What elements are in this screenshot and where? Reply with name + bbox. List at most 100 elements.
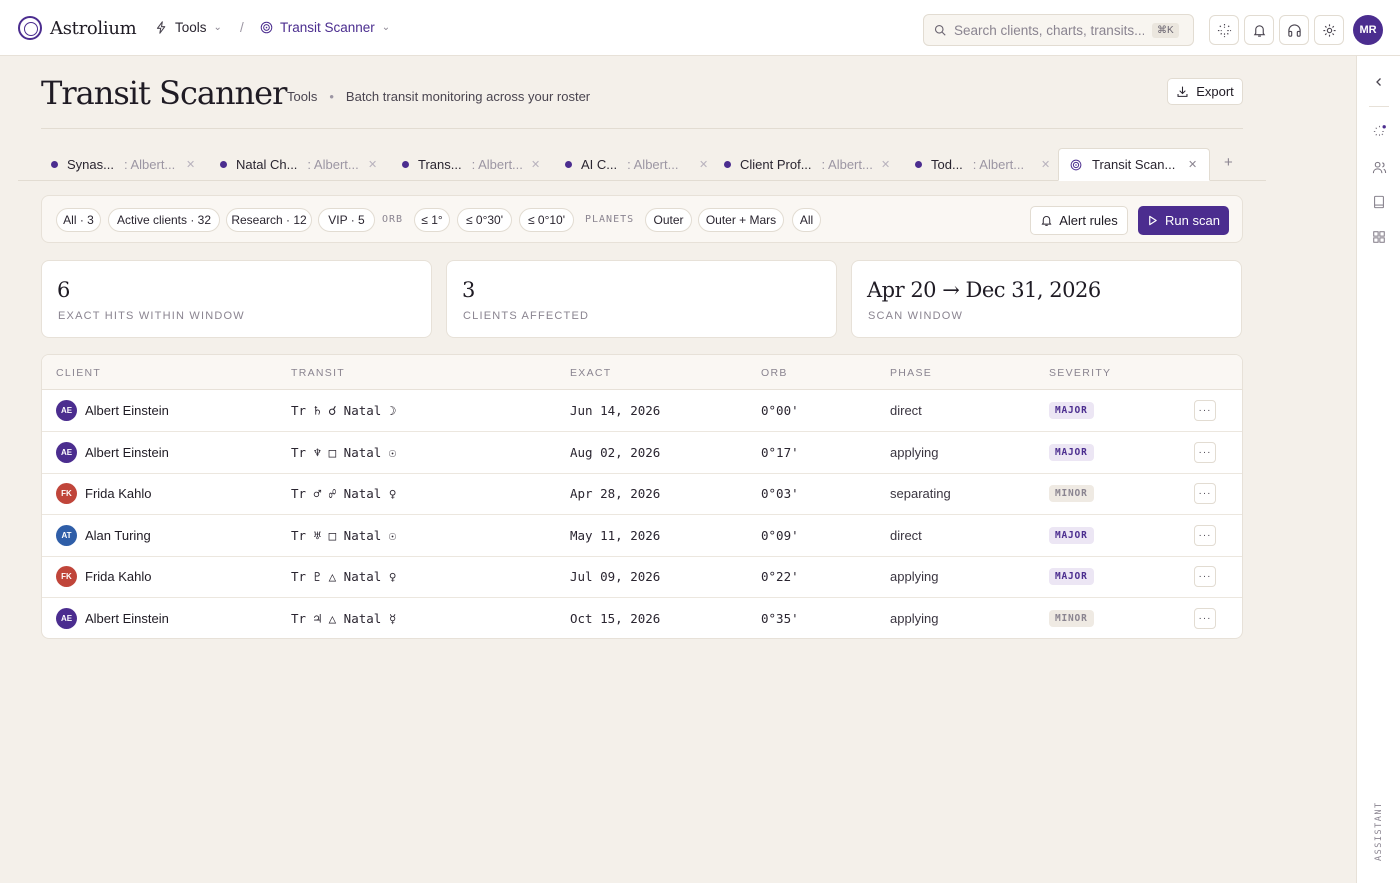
app-logo[interactable]: Astrolium bbox=[18, 16, 137, 40]
support-button[interactable] bbox=[1279, 15, 1309, 45]
column-header-orb[interactable]: ORB bbox=[761, 367, 788, 379]
severity-cell: MINOR bbox=[1049, 473, 1094, 514]
client-cell[interactable]: FK Frida Kahlo bbox=[56, 556, 151, 597]
table-row[interactable]: AT Alan Turing Tr ♅ □ Natal ☉ May 11, 2026 0… bbox=[42, 515, 1242, 557]
exact-date-cell: Oct 15, 2026 bbox=[570, 611, 661, 626]
close-icon[interactable]: ✕ bbox=[1188, 158, 1197, 171]
row-actions-button[interactable]: ··· bbox=[1194, 441, 1216, 463]
tab-today[interactable]: Tod... : Albert... ✕ bbox=[915, 148, 1055, 181]
group-chip-all[interactable]: All · 3 bbox=[56, 208, 101, 232]
alert-rules-button[interactable]: Alert rules bbox=[1030, 206, 1128, 235]
column-header-severity[interactable]: SEVERITY bbox=[1049, 367, 1111, 379]
rail-apps-button[interactable] bbox=[1370, 228, 1388, 246]
rail-divider bbox=[1369, 106, 1389, 107]
exact-date-cell: Jun 14, 2026 bbox=[570, 403, 661, 418]
rail-clients-button[interactable] bbox=[1370, 158, 1388, 176]
assistant-label[interactable]: ASSISTANT bbox=[1365, 801, 1393, 861]
user-avatar[interactable]: MR bbox=[1353, 15, 1383, 45]
table-row[interactable]: AE Albert Einstein Tr ♄ ☌ Natal ☽ Jun 14, 2… bbox=[42, 390, 1242, 432]
search-shortcut: ⌘K bbox=[1152, 22, 1179, 38]
close-icon[interactable]: ✕ bbox=[1041, 158, 1050, 171]
tab-synastry[interactable]: Synas... : Albert... ✕ bbox=[51, 148, 201, 181]
row-actions-button[interactable]: ··· bbox=[1194, 483, 1216, 505]
page-description: Batch transit monitoring across your ros… bbox=[345, 89, 591, 104]
top-bar: Astrolium Tools ⌄ / Transit Scanner ⌄ ⌘K… bbox=[0, 0, 1400, 56]
client-avatar: AE bbox=[56, 400, 77, 421]
tab-dot bbox=[51, 161, 58, 168]
orb-cell: 0°17' bbox=[761, 444, 799, 460]
rail-sparkle-button[interactable] bbox=[1370, 122, 1388, 140]
stat-value: 3 bbox=[462, 278, 475, 302]
sparkle-button[interactable] bbox=[1209, 15, 1239, 45]
column-header-phase[interactable]: PHASE bbox=[890, 367, 932, 379]
notifications-button[interactable] bbox=[1244, 15, 1274, 45]
client-cell[interactable]: AE Albert Einstein bbox=[56, 390, 169, 431]
group-chip-active-clients[interactable]: Active clients · 32 bbox=[108, 208, 220, 232]
close-icon[interactable]: ✕ bbox=[531, 158, 540, 171]
add-tab-button[interactable]: + bbox=[1224, 154, 1233, 171]
export-button[interactable]: Export bbox=[1167, 78, 1243, 105]
orb-chip-10min[interactable]: ≤ 0°10' bbox=[519, 208, 574, 232]
subtitle-separator: • bbox=[329, 89, 334, 104]
tab-transits[interactable]: Trans... : Albert... ✕ bbox=[402, 148, 542, 181]
orb-chip-1deg[interactable]: ≤ 1° bbox=[414, 208, 450, 232]
tab-client-profile[interactable]: Client Prof... : Albert... ✕ bbox=[724, 148, 894, 181]
tab-client: : Albert... bbox=[471, 157, 523, 172]
breadcrumb-current-label: Transit Scanner bbox=[280, 20, 375, 35]
breadcrumb-tools[interactable]: Tools ⌄ bbox=[155, 20, 222, 35]
play-icon bbox=[1149, 215, 1157, 226]
table-row[interactable]: FK Frida Kahlo Tr ♇ △ Natal ♀ Jul 09, 2026 0… bbox=[42, 556, 1242, 599]
table-row[interactable]: AE Albert Einstein Tr ♃ △ Natal ☿ Oct 15, 2… bbox=[42, 598, 1242, 638]
search-input[interactable] bbox=[954, 22, 1144, 38]
severity-cell: MAJOR bbox=[1049, 390, 1094, 431]
tab-ai-chat[interactable]: AI C... : Albert... ✕ bbox=[565, 148, 715, 181]
search-box[interactable]: ⌘K bbox=[923, 14, 1194, 46]
tab-transit-scanner[interactable]: Transit Scan... ✕ bbox=[1058, 148, 1210, 181]
stat-clients-affected: 3 CLIENTS AFFECTED bbox=[446, 260, 837, 338]
collapse-rail-button[interactable] bbox=[1370, 73, 1388, 91]
planets-label: PLANETS bbox=[585, 214, 635, 225]
breadcrumb-current[interactable]: Transit Scanner ⌄ bbox=[260, 20, 390, 35]
group-chip-vip[interactable]: VIP · 5 bbox=[318, 208, 375, 232]
severity-badge: MAJOR bbox=[1049, 443, 1094, 461]
export-label: Export bbox=[1196, 84, 1234, 99]
tab-natal-chart[interactable]: Natal Ch... : Albert... ✕ bbox=[220, 148, 380, 181]
phase-cell: direct bbox=[890, 527, 922, 543]
close-icon[interactable]: ✕ bbox=[881, 158, 890, 171]
close-icon[interactable]: ✕ bbox=[699, 158, 708, 171]
client-cell[interactable]: AE Albert Einstein bbox=[56, 432, 169, 473]
planets-chip-all[interactable]: All bbox=[792, 208, 821, 232]
bell-icon bbox=[1041, 216, 1052, 226]
planets-chip-outer-mars[interactable]: Outer + Mars bbox=[698, 208, 784, 232]
table-row[interactable]: FK Frida Kahlo Tr ♂ ☍ Natal ♀ Apr 28, 2026 0… bbox=[42, 473, 1242, 516]
rail-library-button[interactable] bbox=[1370, 193, 1388, 211]
tab-label: Transit Scan... bbox=[1092, 157, 1176, 172]
column-header-client[interactable]: CLIENT bbox=[56, 367, 101, 379]
column-header-transit[interactable]: TRANSIT bbox=[291, 367, 345, 379]
close-icon[interactable]: ✕ bbox=[368, 158, 377, 171]
client-name: Albert Einstein bbox=[85, 403, 169, 418]
run-scan-label: Run scan bbox=[1165, 213, 1220, 228]
transit-cell: Tr ♄ ☌ Natal ☽ bbox=[291, 403, 397, 418]
column-header-exact[interactable]: EXACT bbox=[570, 367, 612, 379]
tab-dot bbox=[915, 161, 922, 168]
settings-button[interactable] bbox=[1314, 15, 1344, 45]
table-row[interactable]: AE Albert Einstein Tr ♆ □ Natal ☉ Aug 02, 2… bbox=[42, 432, 1242, 474]
client-avatar: AE bbox=[56, 608, 77, 629]
run-scan-button[interactable]: Run scan bbox=[1138, 206, 1229, 235]
client-cell[interactable]: AE Albert Einstein bbox=[56, 598, 169, 638]
row-actions-button[interactable]: ··· bbox=[1194, 524, 1216, 546]
group-chip-research[interactable]: Research · 12 bbox=[226, 208, 312, 232]
close-icon[interactable]: ✕ bbox=[186, 158, 195, 171]
breadcrumb-tools-label: Tools bbox=[175, 20, 207, 35]
row-actions-button[interactable]: ··· bbox=[1194, 608, 1216, 629]
planets-chip-outer[interactable]: Outer bbox=[645, 208, 692, 232]
orb-cell: 0°22' bbox=[761, 569, 799, 585]
client-cell[interactable]: FK Frida Kahlo bbox=[56, 473, 151, 514]
orb-chip-30min[interactable]: ≤ 0°30' bbox=[457, 208, 512, 232]
row-actions-button[interactable]: ··· bbox=[1194, 400, 1216, 421]
client-cell[interactable]: AT Alan Turing bbox=[56, 515, 151, 556]
row-actions-button[interactable]: ··· bbox=[1194, 566, 1216, 588]
severity-cell: MAJOR bbox=[1049, 515, 1094, 556]
stat-scan-window: Apr 20 → Dec 31, 2026 SCAN WINDOW bbox=[851, 260, 1242, 338]
